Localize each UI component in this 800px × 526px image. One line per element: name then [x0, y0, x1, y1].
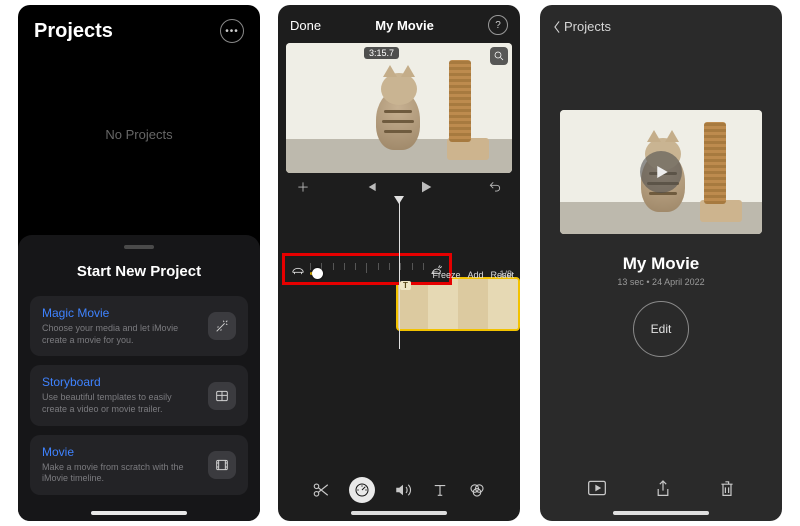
- wand-icon: [208, 312, 236, 340]
- sheet-handle[interactable]: [124, 245, 154, 249]
- clip-title-badge: T: [400, 281, 411, 290]
- project-thumbnail[interactable]: [560, 110, 762, 234]
- home-indicator[interactable]: [613, 511, 709, 515]
- help-button[interactable]: ?: [488, 15, 508, 35]
- magnifier-icon: [493, 50, 505, 62]
- bottom-toolbar: [540, 479, 782, 499]
- projects-header: Projects •••: [18, 5, 260, 49]
- option-name: Movie: [42, 445, 198, 459]
- clip-thumbnails: [398, 279, 518, 329]
- option-movie[interactable]: Movie Make a movie from scratch with the…: [30, 435, 248, 495]
- option-storyboard[interactable]: Storyboard Use beautiful templates to ea…: [30, 365, 248, 425]
- video-preview[interactable]: 3:15.7: [286, 43, 512, 173]
- share-icon: [655, 479, 671, 499]
- sheet-title: Start New Project: [30, 263, 248, 280]
- share-button[interactable]: [655, 479, 671, 499]
- play-project-button[interactable]: [587, 479, 607, 499]
- play-button[interactable]: [418, 179, 434, 195]
- editor-title: My Movie: [375, 18, 434, 33]
- skip-back-icon: [364, 180, 378, 194]
- play-rect-icon: [587, 479, 607, 497]
- filters-icon: [468, 481, 486, 499]
- add-media-button[interactable]: [296, 180, 310, 194]
- titles-tool[interactable]: [431, 481, 449, 499]
- chevron-left-icon: [552, 20, 562, 34]
- option-desc: Choose your media and let iMovie create …: [42, 323, 198, 346]
- video-clip[interactable]: T: [396, 277, 520, 331]
- scissors-icon: [312, 481, 330, 499]
- home-indicator[interactable]: [351, 511, 447, 515]
- back-button[interactable]: Projects: [540, 5, 782, 34]
- projects-screen: Projects ••• No Projects Start New Proje…: [18, 5, 260, 521]
- speed-slider[interactable]: [310, 263, 424, 277]
- play-icon: [418, 179, 434, 195]
- speed-actions: Freeze Add Reset: [429, 265, 517, 285]
- play-overlay[interactable]: [640, 151, 682, 193]
- done-button[interactable]: Done: [290, 18, 321, 33]
- volume-icon: [394, 481, 412, 499]
- no-projects-label: No Projects: [18, 49, 260, 219]
- editor-toolbar: [278, 467, 520, 503]
- editor-screen: Done My Movie ? 3:15.7: [278, 5, 520, 521]
- play-icon: [652, 163, 670, 181]
- text-icon: [431, 481, 449, 499]
- more-button[interactable]: •••: [220, 19, 244, 43]
- speed-tool[interactable]: [349, 477, 375, 503]
- option-name: Magic Movie: [42, 306, 198, 320]
- trash-icon: [719, 479, 735, 499]
- filters-tool[interactable]: [468, 481, 486, 499]
- freeze-button[interactable]: Freeze: [429, 265, 463, 285]
- timeline[interactable]: T 1/8 Freeze Add Reset: [278, 199, 520, 349]
- playhead[interactable]: [399, 199, 400, 349]
- delete-button[interactable]: [719, 479, 735, 499]
- option-desc: Make a movie from scratch with the iMovi…: [42, 462, 198, 485]
- start-project-sheet: Start New Project Magic Movie Choose you…: [18, 235, 260, 521]
- volume-tool[interactable]: [394, 481, 412, 499]
- turtle-icon: [291, 264, 305, 276]
- plus-icon: [296, 180, 310, 194]
- duration-badge: 3:15.7: [364, 47, 399, 59]
- project-title: My Movie: [540, 254, 782, 274]
- project-meta: 13 sec • 24 April 2022: [540, 277, 782, 287]
- edit-label: Edit: [651, 322, 672, 336]
- transport-controls: [278, 173, 520, 197]
- reset-speed-button[interactable]: Reset: [487, 265, 517, 285]
- option-name: Storyboard: [42, 375, 198, 389]
- add-freeze-button[interactable]: Add: [464, 265, 486, 285]
- project-detail-screen: Projects My Movie 13 sec • 24 April 2022…: [540, 5, 782, 521]
- speedometer-icon: [354, 482, 370, 498]
- speed-slider-highlight: [282, 253, 452, 285]
- option-magic-movie[interactable]: Magic Movie Choose your media and let iM…: [30, 296, 248, 356]
- preview-image: [286, 43, 512, 173]
- question-icon: ?: [495, 20, 501, 31]
- cut-tool[interactable]: [312, 481, 330, 499]
- edit-button[interactable]: Edit: [633, 301, 689, 357]
- ellipsis-icon: •••: [225, 26, 239, 37]
- prev-button[interactable]: [364, 180, 378, 194]
- storyboard-icon: [208, 382, 236, 410]
- film-icon: [208, 451, 236, 479]
- undo-icon: [488, 180, 502, 194]
- editor-header: Done My Movie ?: [278, 5, 520, 41]
- back-label: Projects: [564, 19, 611, 34]
- undo-button[interactable]: [488, 180, 502, 194]
- home-indicator[interactable]: [91, 511, 187, 515]
- projects-title: Projects: [34, 20, 113, 43]
- option-desc: Use beautiful templates to easily create…: [42, 392, 198, 415]
- zoom-button[interactable]: [490, 47, 508, 65]
